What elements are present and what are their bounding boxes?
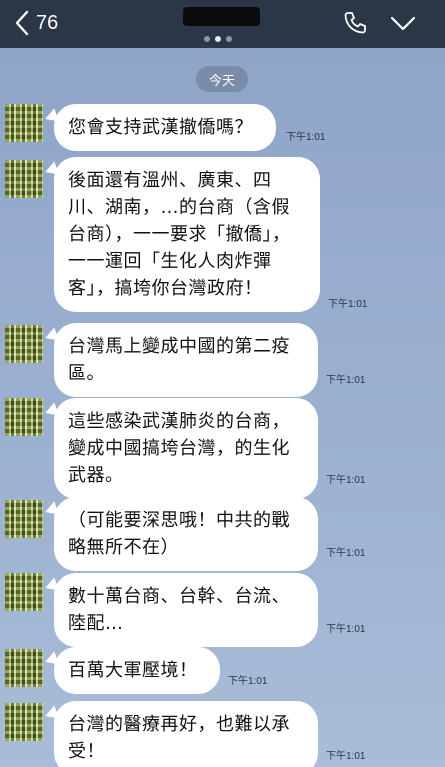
message-time: 下午1:01 bbox=[326, 375, 366, 386]
message-time: 下午1:01 bbox=[326, 751, 366, 762]
message-time: 下午1:01 bbox=[326, 475, 366, 486]
avatar[interactable] bbox=[5, 573, 43, 611]
message-time: 下午1:01 bbox=[228, 676, 268, 687]
avatar[interactable] bbox=[5, 649, 43, 687]
message-bubble[interactable]: 這些感染武漢肺炎的台商，變成中國搞垮台灣，的生化武器。 bbox=[54, 398, 318, 499]
chevron-left-icon bbox=[15, 10, 29, 36]
message-time: 下午1:01 bbox=[328, 299, 368, 310]
page-indicator bbox=[204, 36, 232, 42]
page-dot bbox=[226, 36, 232, 42]
message-bubble[interactable]: 後面還有溫州、廣東、四川、湖南，…的台商（含假台商），一一要求「撤僑」，一一運回… bbox=[54, 157, 320, 312]
message-time: 下午1:01 bbox=[326, 624, 366, 635]
chevron-down-icon[interactable] bbox=[390, 14, 416, 34]
contact-name-redacted bbox=[183, 7, 260, 26]
page-dot bbox=[204, 36, 210, 42]
avatar[interactable] bbox=[5, 500, 43, 538]
message-bubble[interactable]: 台灣的醫療再好，也難以承受！ bbox=[54, 701, 318, 767]
message-bubble[interactable]: 數十萬台商、台幹、台流、陸配… bbox=[54, 573, 318, 647]
avatar[interactable] bbox=[5, 325, 43, 363]
unread-count: 76 bbox=[36, 11, 59, 34]
message-bubble[interactable]: 您會支持武漢撤僑嗎？ bbox=[54, 104, 276, 151]
message-time: 下午1:01 bbox=[286, 132, 326, 143]
phone-icon[interactable] bbox=[342, 10, 368, 36]
avatar[interactable] bbox=[5, 160, 43, 198]
message-time: 下午1:01 bbox=[326, 548, 366, 559]
date-separator: 今天 bbox=[196, 66, 248, 92]
back-button[interactable]: 76 bbox=[14, 8, 58, 38]
page-dot-active bbox=[215, 36, 221, 42]
message-bubble[interactable]: 台灣馬上變成中國的第二疫區。 bbox=[54, 323, 318, 397]
message-bubble[interactable]: 百萬大軍壓境！ bbox=[54, 647, 220, 694]
chat-header: 76 bbox=[0, 0, 445, 48]
avatar[interactable] bbox=[5, 703, 43, 741]
message-bubble[interactable]: （可能要深思哦！中共的戰略無所不在） bbox=[54, 497, 318, 571]
avatar[interactable] bbox=[5, 398, 43, 436]
avatar[interactable] bbox=[5, 104, 43, 142]
